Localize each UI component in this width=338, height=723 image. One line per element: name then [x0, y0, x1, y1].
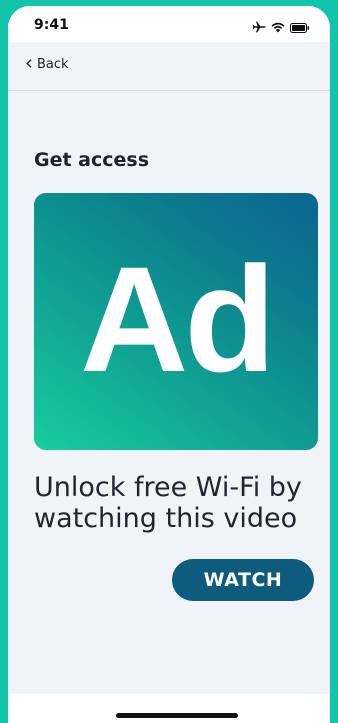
status-time: 9:41 — [34, 17, 69, 33]
page-title: Get access — [34, 149, 150, 171]
ad-thumbnail[interactable]: Ad — [34, 193, 318, 450]
back-label: Back — [37, 57, 69, 72]
nav-bar: Back — [8, 42, 330, 91]
phone-screen: 9:41 Back Get access Ad Unlock free Wi-F… — [8, 6, 330, 723]
home-indicator[interactable] — [116, 713, 238, 718]
watch-button[interactable]: WATCH — [172, 559, 314, 601]
chevron-left-icon — [26, 57, 32, 72]
back-button[interactable]: Back — [26, 57, 69, 72]
wifi-icon — [271, 18, 285, 37]
battery-icon — [290, 18, 310, 37]
status-bar: 9:41 — [8, 6, 330, 42]
airplane-icon — [252, 18, 266, 37]
ad-label: Ad — [80, 235, 272, 403]
headline-text: Unlock free Wi-Fi by watching this video — [34, 472, 302, 534]
status-icons — [252, 18, 310, 37]
bottom-area — [8, 694, 330, 723]
